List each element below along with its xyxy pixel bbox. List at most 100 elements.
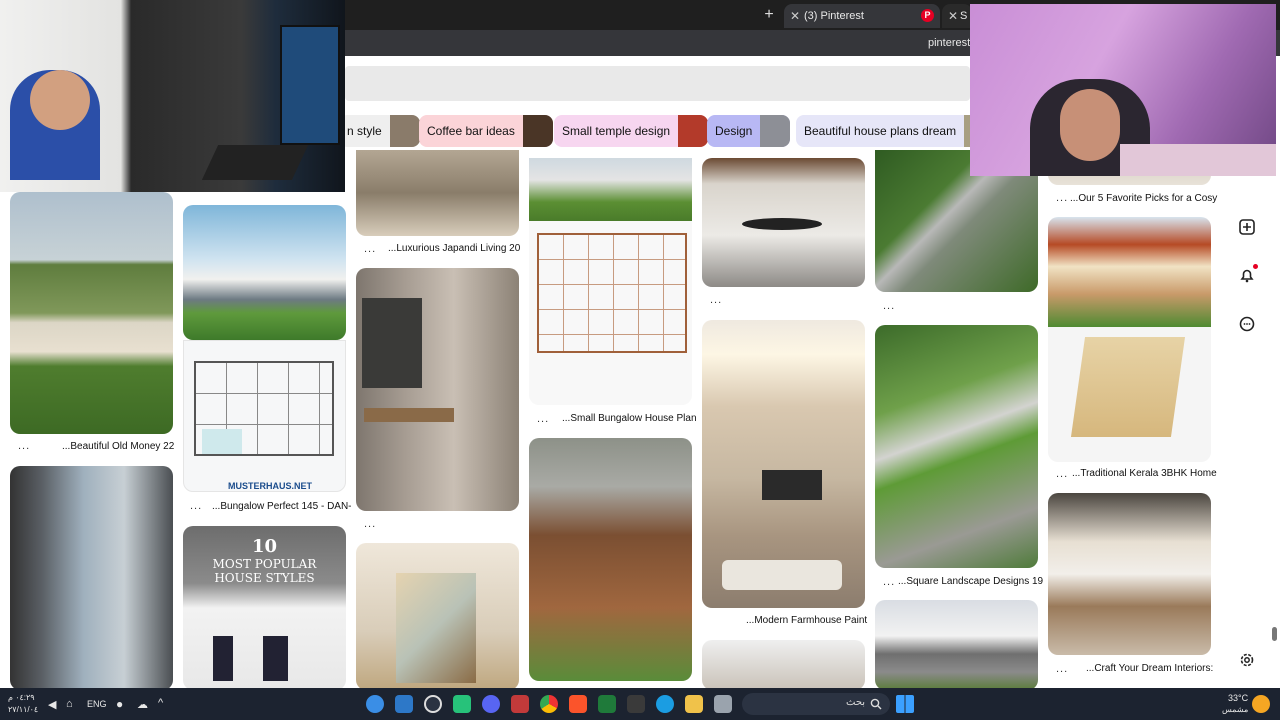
pin-japandi-living[interactable]: [356, 150, 519, 236]
volume-icon[interactable]: ◀: [48, 698, 56, 711]
chip-style[interactable]: n style: [345, 115, 420, 147]
search-bar[interactable]: [345, 66, 970, 101]
pin-more-icon[interactable]: ...: [710, 294, 722, 306]
tab-pinterest[interactable]: ✕ (3) Pinterest P: [784, 4, 940, 28]
pin-small-bungalow-plan[interactable]: [529, 221, 692, 405]
chip-coffee-bar[interactable]: Coffee bar ideas: [419, 115, 553, 147]
bell-icon[interactable]: [1237, 266, 1257, 286]
pin-more-icon[interactable]: ...: [364, 243, 376, 255]
add-icon: [1239, 219, 1255, 235]
chrome-icon[interactable]: [540, 695, 558, 713]
app-icon[interactable]: [627, 695, 645, 713]
poster-title: 10 MOST POPULAR HOUSE STYLES: [183, 536, 346, 585]
chip-thumbnail: [389, 115, 420, 147]
pin-more-icon[interactable]: ...: [18, 440, 30, 452]
pinterest-favicon-icon: P: [921, 9, 934, 22]
pin-modern-farmhouse[interactable]: [702, 320, 865, 608]
gear-icon: [1240, 653, 1254, 667]
discord-icon[interactable]: [482, 695, 500, 713]
pin-more-icon[interactable]: ...: [883, 300, 895, 312]
wifi-icon[interactable]: ⌂: [66, 698, 73, 710]
pin-more-icon[interactable]: ...: [1056, 663, 1068, 675]
chip-house-plans[interactable]: Beautiful house plans dream: [796, 115, 970, 147]
tab-second[interactable]: ✕ S: [942, 4, 972, 28]
pin-more-icon[interactable]: ...: [364, 518, 376, 530]
pin-dream-interiors[interactable]: [1048, 493, 1211, 655]
sun-icon[interactable]: [1252, 695, 1270, 713]
brave-icon[interactable]: [569, 695, 587, 713]
chip-temple-design[interactable]: Small temple design: [554, 115, 709, 147]
pin-interior[interactable]: [702, 640, 865, 690]
pin-more-icon[interactable]: ...: [1056, 192, 1068, 204]
pin-kitchen-dining[interactable]: [702, 158, 865, 287]
chat-icon[interactable]: [1237, 315, 1257, 335]
microphone-icon[interactable]: ●: [116, 697, 123, 711]
tab-title: S: [960, 10, 968, 22]
pin-square-landscape[interactable]: [875, 325, 1038, 568]
chip-design[interactable]: Design: [707, 115, 791, 147]
language-indicator[interactable]: ENG: [87, 699, 107, 709]
pin-hallway-bench[interactable]: [356, 268, 519, 511]
pin-more-icon[interactable]: ...: [190, 500, 202, 512]
chevron-up-icon[interactable]: ^: [158, 697, 163, 709]
pin-wall-art[interactable]: [356, 543, 519, 690]
webcam-face: [1060, 89, 1120, 161]
new-tab-button[interactable]: +: [760, 6, 778, 24]
pin-white-house[interactable]: [875, 600, 1038, 690]
gear-icon[interactable]: [1237, 651, 1257, 671]
close-tab-icon[interactable]: ✕: [946, 9, 960, 23]
webcam-light: [1120, 144, 1276, 176]
pin-caption: ...Craft Your Dream Interiors:: [1086, 663, 1214, 674]
app-icon[interactable]: [453, 695, 471, 713]
pin-old-money-house[interactable]: [10, 192, 173, 434]
app-icon[interactable]: [598, 695, 616, 713]
pin-caption: ...Beautiful Old Money 22: [62, 441, 175, 452]
pin-caption: ...Square Landscape Designs 19: [898, 576, 1044, 587]
pin-wooden-deck[interactable]: [529, 438, 692, 681]
wall-art-panel: [396, 573, 476, 683]
pin-kerala-home-render[interactable]: [1048, 217, 1211, 327]
notification-dot: [1253, 264, 1258, 269]
floorplan-drawing: [537, 233, 687, 353]
chip-thumbnail: [522, 115, 553, 147]
app-icon[interactable]: [714, 695, 732, 713]
poster-door: [213, 636, 233, 681]
pin-bungalow-floorplan[interactable]: MUSTERHAUS.NET: [183, 340, 346, 492]
clock-time: ٠٤:٢٩ م: [8, 693, 35, 702]
taskbar-search[interactable]: بحث: [742, 693, 890, 715]
cloud-icon[interactable]: ☁: [137, 698, 148, 711]
pin-more-icon[interactable]: ...: [883, 576, 895, 588]
pin-bungalow-photo[interactable]: [529, 158, 692, 221]
pin-bungalow-render[interactable]: [183, 205, 346, 340]
app-icon[interactable]: [366, 695, 384, 713]
pin-caption: ...Luxurious Japandi Living 20: [388, 243, 521, 254]
close-tab-icon[interactable]: ✕: [788, 9, 802, 23]
pin-caption: ...Small Bungalow House Plan: [562, 413, 697, 424]
pin-house-styles-poster[interactable]: 10 MOST POPULAR HOUSE STYLES: [183, 526, 346, 690]
chip-label: Beautiful house plans dream: [804, 124, 957, 138]
weather-text: مشمس: [1222, 705, 1249, 714]
app-icon[interactable]: [395, 695, 413, 713]
app-icon[interactable]: [511, 695, 529, 713]
clock-date: ٢٧/١١/٠٤: [8, 705, 39, 714]
poster-line: 10: [251, 536, 278, 557]
windows-start-icon[interactable]: [896, 695, 914, 713]
add-icon[interactable]: [1237, 218, 1257, 238]
chip-thumbnail: [760, 115, 791, 147]
3d-floorplan: [1070, 337, 1186, 437]
hallway-painting: [362, 298, 422, 388]
chip-label: Design: [715, 124, 753, 138]
pin-balcony[interactable]: [10, 466, 173, 690]
chip-label: Coffee bar ideas: [427, 124, 515, 138]
edge-icon[interactable]: [656, 695, 674, 713]
pin-kerala-floorplan[interactable]: [1048, 327, 1211, 462]
webcam-monitor: [280, 25, 340, 145]
tab-title: (3) Pinterest: [804, 10, 864, 22]
pin-more-icon[interactable]: ...: [537, 413, 549, 425]
chip-thumbnail: [678, 115, 709, 147]
scrollbar-thumb[interactable]: [1272, 627, 1277, 641]
file-explorer-icon[interactable]: [685, 695, 703, 713]
pin-more-icon[interactable]: ...: [1056, 468, 1068, 480]
app-icon[interactable]: [424, 695, 442, 713]
poster-line: MOST POPULAR: [212, 557, 317, 571]
